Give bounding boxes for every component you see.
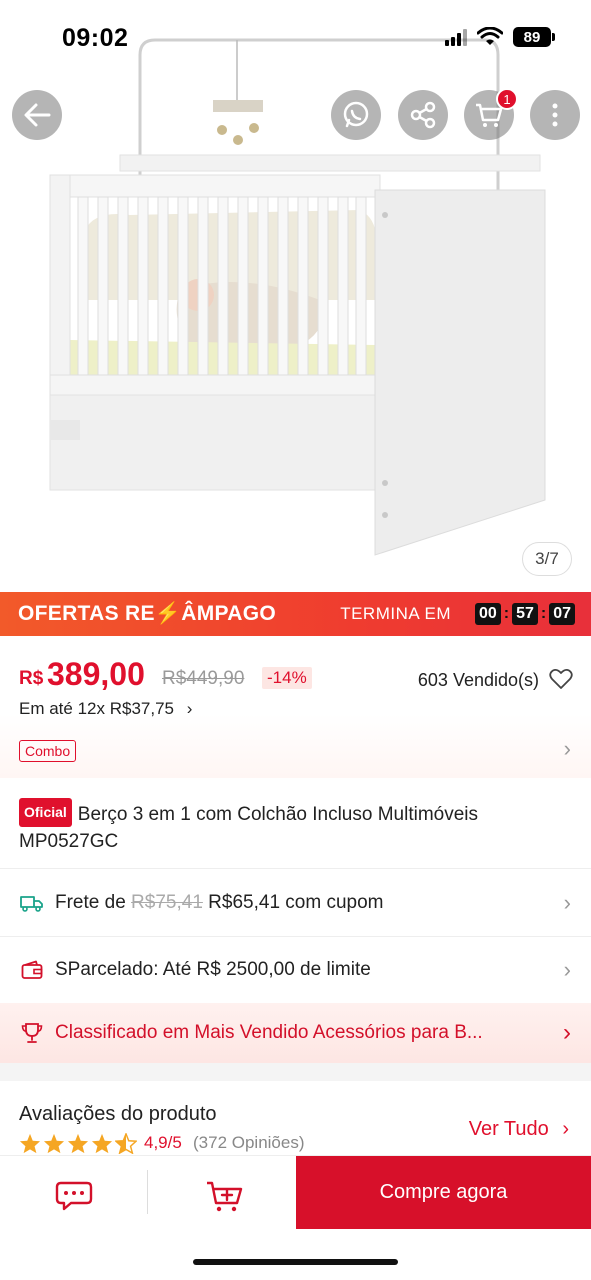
- sold-count: 603 Vendido(s): [417, 670, 539, 690]
- product-title-text: Berço 3 em 1 com Colchão Incluso Multimó…: [19, 804, 479, 852]
- timer-seconds: 07: [549, 603, 575, 625]
- product-image-gallery[interactable]: 09:02 89 1 3/7: [0, 0, 591, 592]
- star-rating: [19, 1133, 137, 1154]
- battery-icon: 89: [513, 27, 555, 47]
- sparcelado-row[interactable]: SParcelado: Até R$ 2500,00 de limite ›: [0, 936, 591, 1003]
- chevron-right-icon: ›: [563, 1019, 571, 1046]
- signal-icon: [445, 28, 467, 46]
- truck-icon: [19, 890, 45, 916]
- cart-count-badge: 1: [496, 88, 518, 110]
- back-arrow-icon: [24, 103, 51, 127]
- shipping-new-price: R$65,41 com cupom: [208, 891, 384, 913]
- rating-value: 4,9/5: [144, 1133, 182, 1152]
- chevron-right-icon: ›: [563, 889, 571, 915]
- chevron-right-icon: ›: [186, 699, 193, 718]
- official-badge: Oficial: [19, 798, 72, 827]
- shipping-old-price: R$75,41: [131, 891, 203, 913]
- add-to-cart-button[interactable]: [200, 1176, 250, 1216]
- installments-link[interactable]: Em até 12x R$37,75 ›: [19, 699, 192, 719]
- combo-badge[interactable]: Combo: [19, 740, 77, 762]
- timer-minutes: 57: [512, 603, 538, 625]
- star-icon: [19, 1133, 41, 1154]
- heart-icon: [549, 669, 573, 689]
- reviews-section: Avaliações do produto 4,9/5 (372 Opiniõe…: [0, 1081, 591, 1161]
- flash-sale-title: OFERTAS RE⚡ÂMPAGO: [18, 602, 276, 625]
- discount-badge: -14%: [262, 667, 312, 689]
- see-all-reviews-link[interactable]: Ver Tudo ›: [469, 1118, 569, 1141]
- gallery-counter: 3/7: [522, 542, 572, 576]
- shipping-text: Frete de R$75,41 R$65,41 com cupom: [55, 892, 384, 914]
- whatsapp-icon: [343, 101, 369, 128]
- price-section: R$ 389,00 R$449,90 -14% 603 Vendido(s) E…: [0, 636, 591, 778]
- section-divider: [0, 1063, 591, 1081]
- buy-now-button[interactable]: Compre agora: [296, 1156, 591, 1229]
- see-all-label: Ver Tudo: [468, 1118, 549, 1140]
- chevron-right-icon: ›: [563, 736, 571, 761]
- whatsapp-button[interactable]: [331, 90, 381, 140]
- original-price: R$449,90: [162, 668, 245, 689]
- trophy-icon: [19, 1020, 45, 1046]
- chevron-right-icon: ›: [562, 1118, 569, 1140]
- cart-button[interactable]: 1: [464, 88, 518, 140]
- opinions-count: (372 Opiniões): [193, 1133, 305, 1152]
- home-indicator: [193, 1259, 398, 1265]
- more-icon: [552, 103, 558, 127]
- flash-sale-ends-label: TERMINA EM: [340, 604, 451, 623]
- star-half-icon: [115, 1133, 137, 1154]
- wallet-icon: [19, 957, 45, 983]
- share-icon: [410, 101, 436, 129]
- countdown-timer: 00 : 57 : 07: [474, 603, 575, 625]
- star-icon: [43, 1133, 65, 1154]
- chevron-right-icon: ›: [563, 957, 571, 982]
- bottom-bar-divider: [147, 1170, 148, 1214]
- chat-icon: [55, 1181, 93, 1211]
- status-icons: 89: [445, 27, 555, 47]
- price-currency: R$: [19, 668, 44, 689]
- shipping-row[interactable]: Frete de R$75,41 R$65,41 com cupom ›: [0, 868, 591, 936]
- ranking-banner[interactable]: Classificado em Mais Vendido Acessórios …: [0, 1003, 591, 1063]
- share-button[interactable]: [398, 90, 448, 140]
- back-button[interactable]: [12, 90, 62, 140]
- star-icon: [67, 1133, 89, 1154]
- favorite-button[interactable]: [549, 668, 573, 695]
- star-icon: [91, 1133, 113, 1154]
- shipping-prefix: Frete de: [55, 891, 126, 913]
- status-time: 09:02: [62, 24, 129, 52]
- chat-button[interactable]: [50, 1176, 100, 1216]
- more-button[interactable]: [530, 90, 580, 140]
- status-bar: 09:02 89: [0, 0, 591, 80]
- current-price: 389,00: [47, 656, 145, 692]
- product-title: Oficial Berço 3 em 1 com Colchão Incluso …: [19, 798, 572, 855]
- timer-hours: 00: [474, 603, 501, 625]
- installments-text: Em até 12x R$37,75: [19, 699, 174, 718]
- product-title-block: Oficial Berço 3 em 1 com Colchão Incluso …: [0, 778, 591, 868]
- wifi-icon: [477, 27, 503, 45]
- ranking-text: Classificado em Mais Vendido Acessórios …: [55, 1022, 483, 1043]
- flash-sale-banner: OFERTAS RE⚡ÂMPAGO TERMINA EM 00 : 57 : 0…: [0, 592, 591, 636]
- reviews-title: Avaliações do produto: [19, 1103, 217, 1125]
- sparcelado-text: SParcelado: Até R$ 2500,00 de limite: [55, 959, 371, 980]
- add-to-cart-icon: [207, 1181, 243, 1212]
